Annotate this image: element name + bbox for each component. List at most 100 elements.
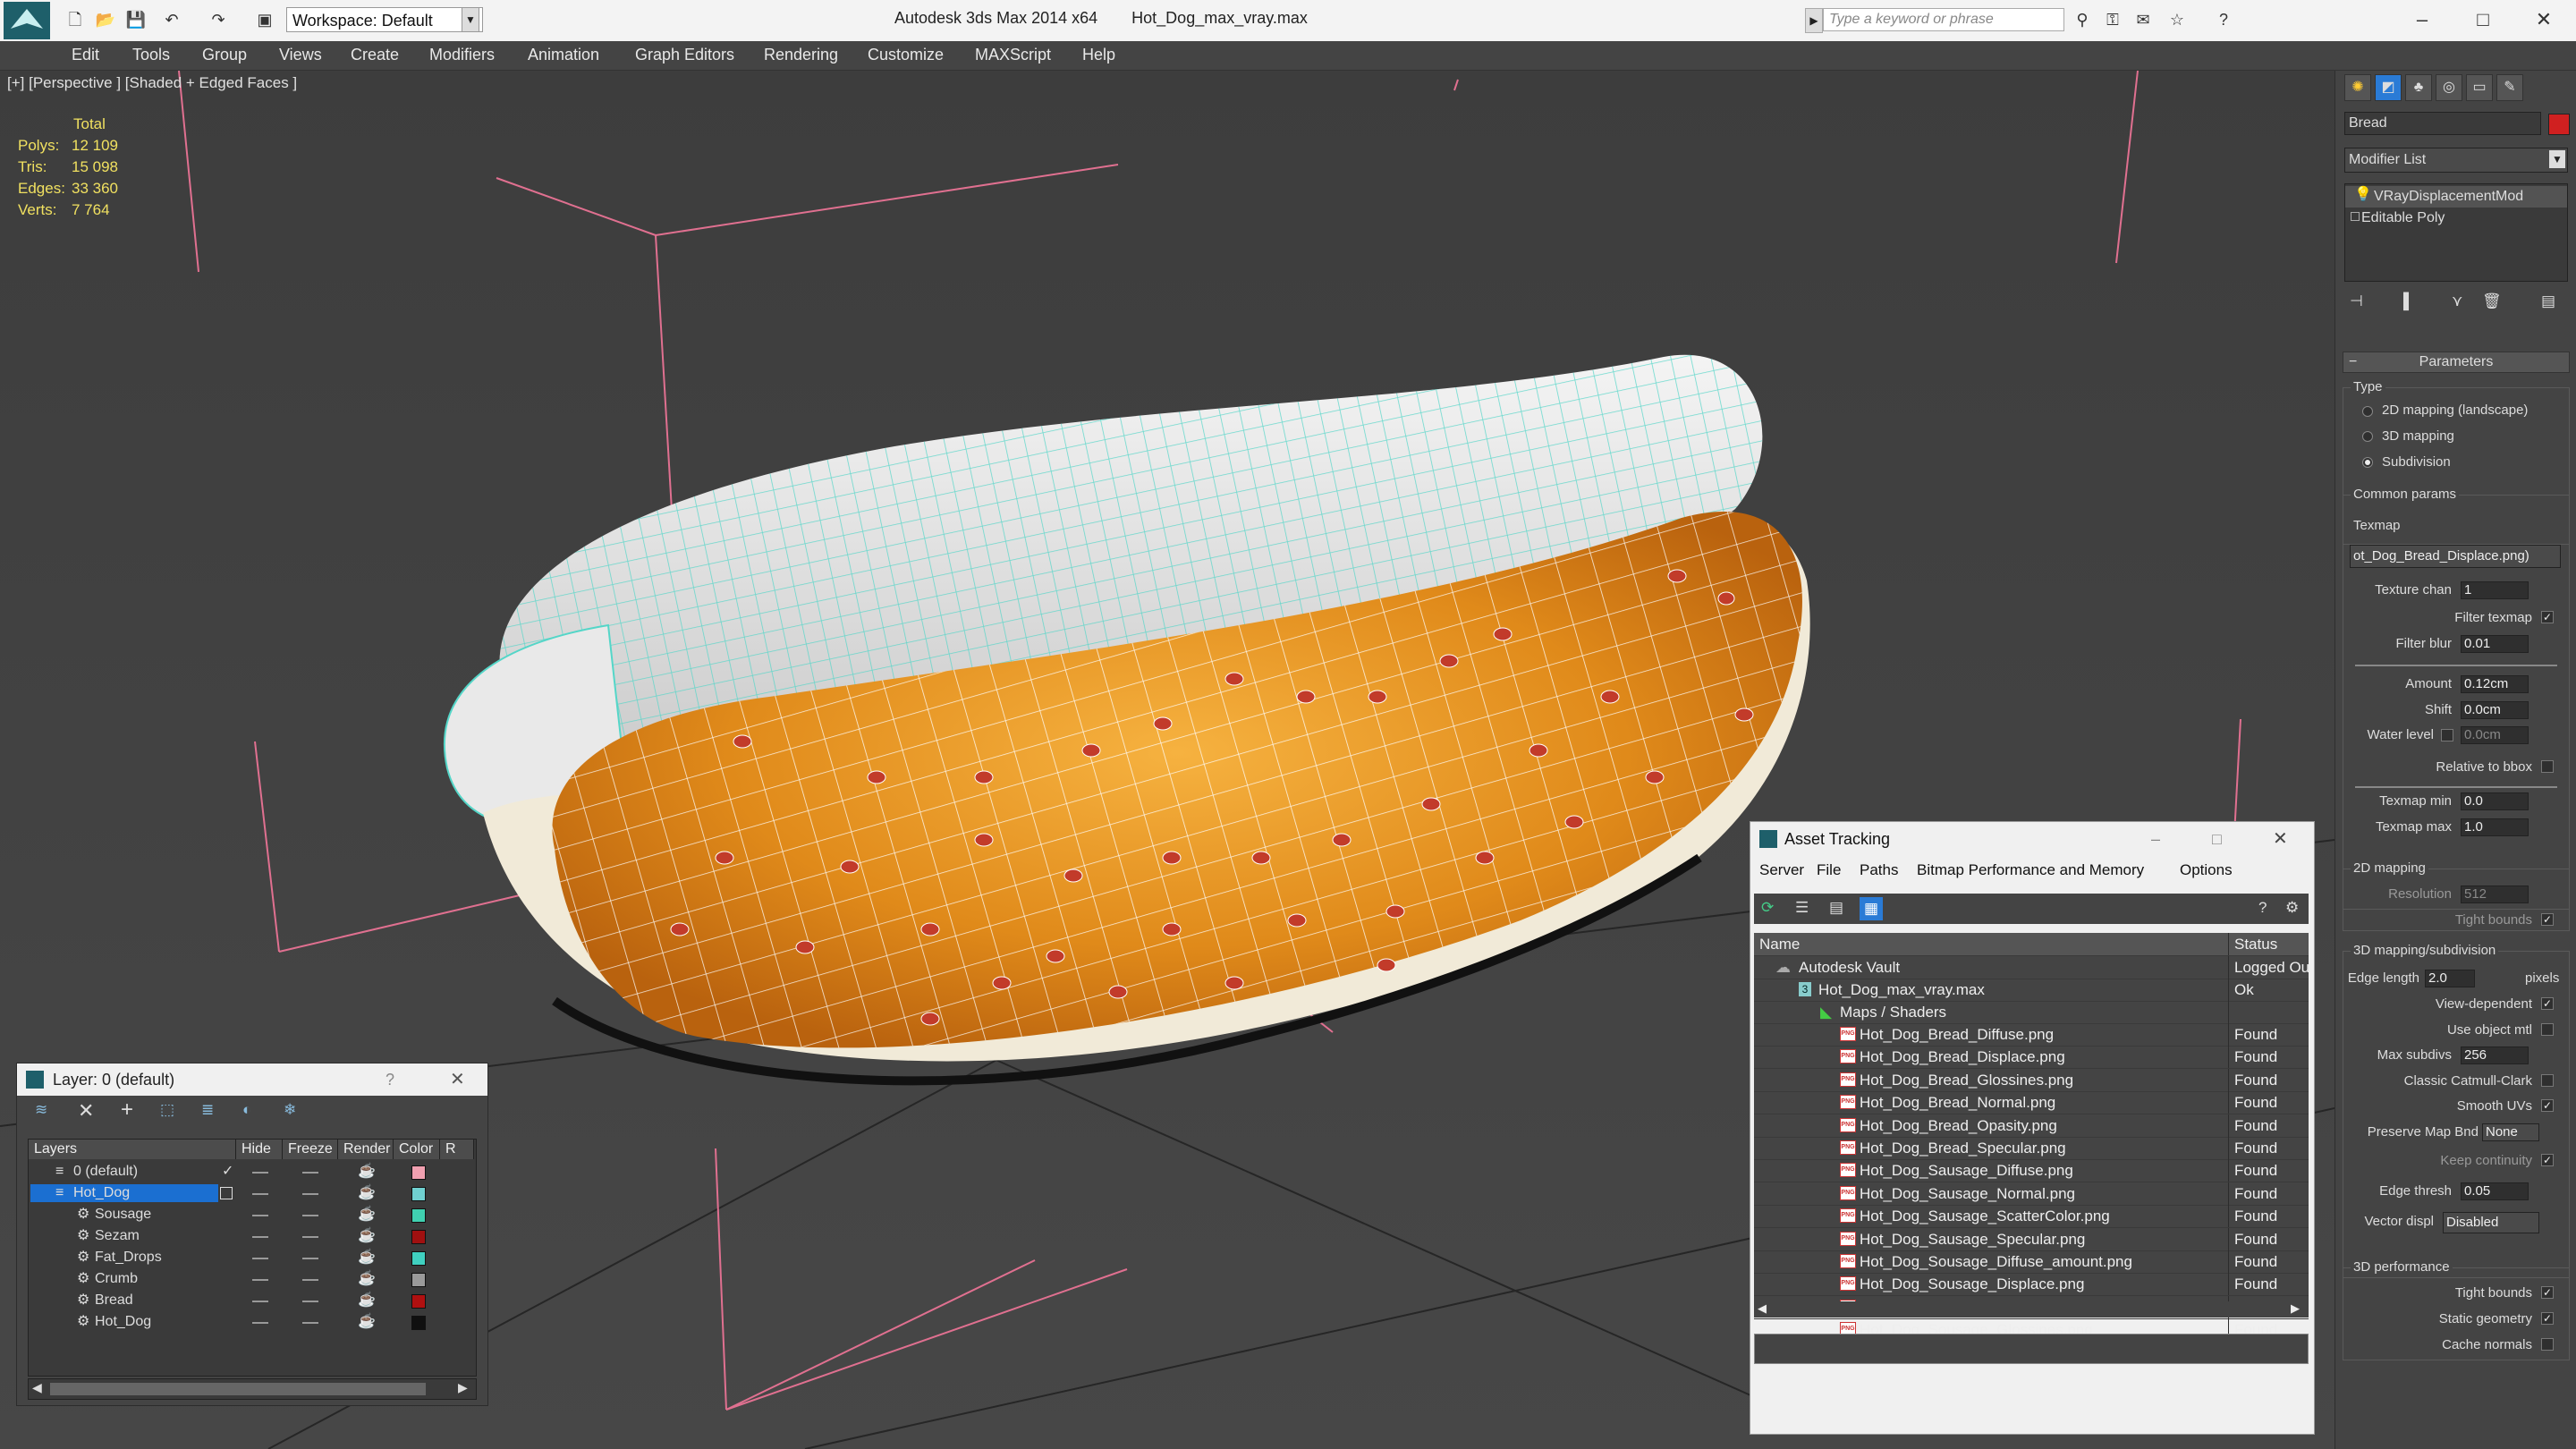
modify-tab-icon[interactable]: ◩ [2375,74,2402,101]
settings-icon[interactable]: ⚙ [2285,899,2299,917]
stack-item-vraydisplacement[interactable]: 💡 VRayDisplacementMod [2345,186,2567,208]
teapot-icon[interactable]: ☕ [358,1182,376,1204]
vector-displ-dropdown[interactable]: Disabled [2443,1212,2539,1233]
grid-view-icon[interactable]: ▦ [1860,897,1883,920]
object-color-swatch[interactable] [2548,114,2570,135]
scroll-left-icon[interactable]: ◀ [1758,1301,1767,1316]
layer-color-swatch[interactable] [411,1208,426,1223]
texmap-max-spinner[interactable]: 1.0 [2461,818,2529,836]
menu-options[interactable]: Options [2180,861,2233,879]
scroll-left-icon[interactable]: ◀ [32,1380,42,1395]
asset-row-map[interactable]: PNG Hot_Dog_Bread_Opasity.png Found [1754,1114,2309,1138]
menu-help[interactable]: Help [1082,46,1115,64]
layer-row[interactable]: ≡ 0 (default) ✓ ☕ [29,1161,474,1182]
layer-row[interactable]: ≡ Hot_Dog ☕ [29,1182,474,1204]
teapot-icon[interactable]: ☕ [358,1204,376,1225]
viewport-label[interactable]: [+] [Perspective ] [Shaded + Edged Faces… [7,74,297,92]
minimize-button[interactable]: – [2151,822,2160,856]
asset-row-map[interactable]: PNG Hot_Dog_Bread_Glossines.png Found [1754,1068,2309,1092]
relative-bbox-checkbox[interactable] [2541,760,2554,773]
layer-row[interactable]: ⚙ Bread ☕ [29,1290,474,1311]
subscription-icon[interactable]: ⚿ [2100,7,2125,32]
save-file-icon[interactable]: 💾 [123,7,148,32]
help-icon[interactable]: ? [2258,899,2267,917]
preserve-map-dropdown[interactable]: None [2482,1123,2539,1141]
help-icon[interactable]: ? [2211,7,2236,32]
asset-row-folder[interactable]: ◣ Maps / Shaders [1754,1001,2309,1024]
modifier-list-dropdown[interactable]: Modifier List ▼ [2344,148,2568,173]
layer-row[interactable]: ⚙ Sousage ☕ [29,1204,474,1225]
scroll-right-icon[interactable]: ▶ [2291,1301,2300,1316]
col-freeze[interactable]: Freeze [283,1140,338,1159]
filter-blur-spinner[interactable]: 0.01 [2461,635,2529,653]
menu-views[interactable]: Views [279,46,322,64]
configure-sets-icon[interactable]: ▤ [2541,292,2555,310]
teapot-icon[interactable]: ☕ [358,1161,376,1182]
new-file-icon[interactable]: 🗋 [63,7,88,32]
menu-maxscript[interactable]: MAXScript [975,46,1051,64]
texmap-min-spinner[interactable]: 0.0 [2461,792,2529,810]
layer-row[interactable]: ⚙ Sezam ☕ [29,1225,474,1247]
menu-file[interactable]: File [1817,861,1841,879]
menu-graph-editors[interactable]: Graph Editors [635,46,734,64]
radio-3d-mapping[interactable] [2362,431,2373,442]
asset-row-vault[interactable]: ☁ Autodesk Vault Logged Ou [1754,956,2309,979]
menu-rendering[interactable]: Rendering [764,46,838,64]
teapot-icon[interactable]: ☕ [358,1311,376,1333]
menu-edit[interactable]: Edit [72,46,99,64]
scroll-thumb[interactable] [50,1383,426,1395]
workspace-dropdown[interactable]: Workspace: Default [286,7,483,32]
chevron-down-icon[interactable]: ▼ [2549,150,2565,168]
project-folder-icon[interactable]: ▣ [252,7,277,32]
water-level-checkbox[interactable] [2441,729,2453,741]
select-layer-icon[interactable]: ≣ [201,1101,214,1119]
layer-row[interactable]: ⚙ Fat_Drops ☕ [29,1247,474,1268]
communication-icon[interactable]: ✉ [2131,7,2156,32]
asset-hscroll[interactable]: ◀ ▶ [1754,1301,2309,1318]
shift-spinner[interactable]: 0.0cm [2461,701,2529,719]
asset-row-map[interactable]: PNG Hot_Dog_Sousage_Displace.png Found [1754,1273,2309,1297]
col-name[interactable]: Name [1759,933,1800,955]
refresh-icon[interactable]: ⟳ [1761,899,1774,917]
col-r[interactable]: R [440,1140,474,1159]
search-input[interactable]: Type a keyword or phrase [1823,8,2064,31]
hierarchy-tab-icon[interactable]: ♣ [2405,74,2432,101]
layer-color-swatch[interactable] [411,1316,426,1330]
layer-color-swatch[interactable] [411,1294,426,1309]
col-status[interactable]: Status [2228,933,2309,955]
menu-group[interactable]: Group [202,46,247,64]
keep-continuity-checkbox[interactable]: ✓ [2541,1154,2554,1166]
perf-tight-bounds-checkbox[interactable]: ✓ [2541,1286,2554,1299]
menu-tools[interactable]: Tools [132,46,170,64]
asset-row-map[interactable]: PNG Hot_Dog_Bread_Diffuse.png Found [1754,1023,2309,1046]
col-layers[interactable]: Layers [29,1140,236,1159]
close-button[interactable]: ✕ [2273,822,2288,856]
teapot-icon[interactable]: ☕ [358,1225,376,1247]
binoculars-icon[interactable]: ⚲ [2070,7,2095,32]
layer-row[interactable]: ⚙ Hot_Dog ☕ [29,1311,474,1333]
menu-server[interactable]: Server [1759,861,1804,879]
edge-thresh-spinner[interactable]: 0.05 [2461,1182,2529,1200]
teapot-icon[interactable]: ☕ [358,1290,376,1311]
layer-window-titlebar[interactable]: Layer: 0 (default) ? ✕ [17,1063,487,1096]
asset-row-map[interactable]: PNG Hot_Dog_Sausage_ScatterColor.png Found [1754,1205,2309,1229]
asset-row-map[interactable]: PNG Hot_Dog_Sausage_Specular.png Found [1754,1227,2309,1251]
utilities-tab-icon[interactable]: ✎ [2496,74,2523,101]
expand-icon[interactable] [2351,212,2360,221]
col-render[interactable]: Render [338,1140,394,1159]
select-objects-icon[interactable]: ⬚ [160,1101,174,1119]
edge-length-spinner[interactable]: 2.0 [2425,970,2475,987]
max-subdivs-spinner[interactable]: 256 [2461,1046,2529,1064]
close-button[interactable]: ✕ [450,1063,465,1096]
freeze-all-icon[interactable]: ❄ [284,1101,296,1119]
asset-row-map[interactable]: PNG Hot_Dog_Bread_Normal.png Found [1754,1091,2309,1115]
asset-row-map[interactable]: PNG Hot_Dog_Sausage_Diffuse.png Found [1754,1159,2309,1183]
layer-row[interactable]: ⚙ Crumb ☕ [29,1268,474,1290]
texmap-button[interactable]: ot_Dog_Bread_Displace.png) [2350,545,2561,568]
hide-all-icon[interactable]: ◐ [242,1101,251,1119]
layer-color-swatch[interactable] [411,1187,426,1201]
app-logo-icon[interactable] [4,2,50,39]
layer-color-swatch[interactable] [411,1165,426,1180]
close-button[interactable]: ✕ [2517,4,2571,36]
smooth-uvs-checkbox[interactable]: ✓ [2541,1099,2554,1112]
